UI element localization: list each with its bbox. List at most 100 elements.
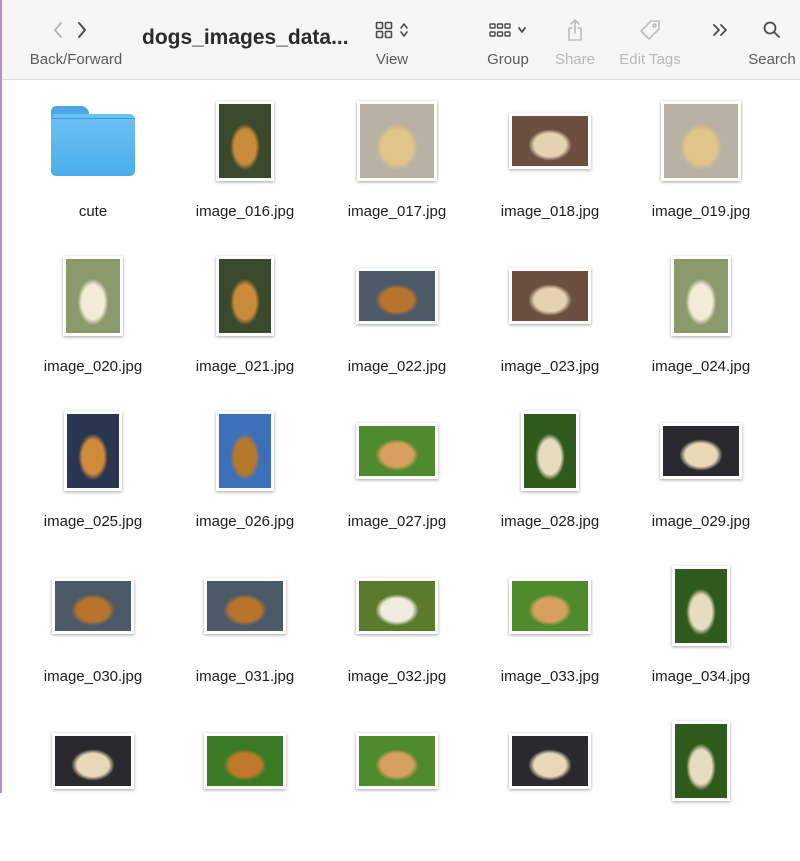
file-item[interactable]: image_021.jpg: [170, 246, 320, 396]
image-thumbnail: [64, 411, 122, 491]
item-thumbnail-area: [626, 556, 776, 656]
dog-photo: [663, 426, 739, 476]
file-name-label: image_032.jpg: [347, 668, 447, 685]
image-thumbnail: [509, 578, 591, 634]
file-item[interactable]: image_027.jpg: [322, 401, 472, 551]
dog-photo: [207, 581, 283, 631]
dog-photo: [66, 259, 120, 333]
item-thumbnail-area: [170, 711, 320, 811]
group-button[interactable]: Group: [478, 0, 538, 80]
item-thumbnail-area: [475, 711, 625, 811]
search-button[interactable]: Search: [744, 0, 800, 80]
dog-photo: [512, 581, 588, 631]
image-thumbnail: [216, 256, 274, 336]
image-thumbnail: [661, 101, 741, 181]
item-thumbnail-area: [322, 246, 472, 346]
file-item[interactable]: image_018.jpg: [475, 91, 625, 241]
file-name-label: image_022.jpg: [347, 358, 447, 375]
file-item[interactable]: image_016.jpg: [170, 91, 320, 241]
image-thumbnail: [357, 101, 437, 181]
file-item[interactable]: [626, 711, 776, 861]
item-thumbnail-area: [626, 91, 776, 191]
chevron-down-icon: [517, 25, 527, 35]
file-name-label: image_019.jpg: [651, 203, 751, 220]
share-label: Share: [554, 51, 596, 68]
finder-toolbar: Back/Forward dogs_images_data... View Gr…: [2, 0, 800, 80]
file-name-label: image_026.jpg: [195, 513, 295, 530]
image-thumbnail: [204, 733, 286, 789]
double-chevron-icon: [711, 22, 729, 38]
file-item[interactable]: image_026.jpg: [170, 401, 320, 551]
file-name-label: image_027.jpg: [347, 513, 447, 530]
file-item[interactable]: image_017.jpg: [322, 91, 472, 241]
file-name-label: image_025.jpg: [43, 513, 143, 530]
dog-photo: [674, 259, 728, 333]
image-thumbnail: [204, 578, 286, 634]
file-item[interactable]: image_034.jpg: [626, 556, 776, 706]
file-name-label: image_029.jpg: [651, 513, 751, 530]
image-thumbnail: [52, 578, 134, 634]
file-item[interactable]: image_019.jpg: [626, 91, 776, 241]
dog-photo: [524, 414, 576, 488]
forward-chevron-icon[interactable]: [75, 20, 89, 40]
file-item[interactable]: [322, 711, 472, 861]
view-label: View: [375, 51, 409, 68]
dog-photo: [359, 271, 435, 321]
file-name-label: image_031.jpg: [195, 668, 295, 685]
dog-photo: [219, 414, 271, 488]
item-thumbnail-area: [475, 246, 625, 346]
file-item[interactable]: image_031.jpg: [170, 556, 320, 706]
file-item[interactable]: image_023.jpg: [475, 246, 625, 396]
item-thumbnail-area: [322, 556, 472, 656]
file-name-label: image_033.jpg: [500, 668, 600, 685]
item-thumbnail-area: [475, 91, 625, 191]
item-thumbnail-area: [626, 711, 776, 811]
file-name-label: image_020.jpg: [43, 358, 143, 375]
item-thumbnail-area: [322, 91, 472, 191]
share-button[interactable]: Share: [550, 0, 600, 80]
image-thumbnail: [356, 268, 438, 324]
file-name-label: image_030.jpg: [43, 668, 143, 685]
more-toolbar-items-button[interactable]: [702, 0, 738, 80]
item-thumbnail-area: [170, 401, 320, 501]
view-button[interactable]: View: [364, 0, 420, 80]
file-item[interactable]: image_022.jpg: [322, 246, 472, 396]
dog-photo: [207, 736, 283, 786]
dog-photo: [512, 736, 588, 786]
file-item[interactable]: image_024.jpg: [626, 246, 776, 396]
file-item[interactable]: image_032.jpg: [322, 556, 472, 706]
dog-photo: [55, 736, 131, 786]
file-name-label: image_034.jpg: [651, 668, 751, 685]
dog-photo: [359, 426, 435, 476]
file-item[interactable]: [18, 711, 168, 861]
dog-photo: [675, 569, 727, 643]
edit-tags-button[interactable]: Edit Tags: [612, 0, 688, 80]
back-forward-control[interactable]: Back/Forward: [12, 0, 142, 80]
folder-item[interactable]: cute: [18, 91, 168, 241]
file-item[interactable]: image_028.jpg: [475, 401, 625, 551]
file-item[interactable]: [475, 711, 625, 861]
file-item[interactable]: image_029.jpg: [626, 401, 776, 551]
file-name-label: cute: [78, 203, 108, 220]
file-item[interactable]: image_033.jpg: [475, 556, 625, 706]
back-chevron-icon[interactable]: [51, 20, 65, 40]
item-thumbnail-area: [18, 556, 168, 656]
image-thumbnail: [52, 733, 134, 789]
search-icon: [762, 20, 782, 40]
dog-photo: [359, 581, 435, 631]
item-thumbnail-area: [322, 711, 472, 811]
file-item[interactable]: image_030.jpg: [18, 556, 168, 706]
dog-photo: [359, 736, 435, 786]
file-item[interactable]: [170, 711, 320, 861]
file-name-label: image_018.jpg: [500, 203, 600, 220]
image-thumbnail: [660, 423, 742, 479]
file-item[interactable]: image_025.jpg: [18, 401, 168, 551]
item-thumbnail-area: [322, 401, 472, 501]
image-thumbnail: [521, 411, 579, 491]
image-thumbnail: [509, 268, 591, 324]
dog-photo: [675, 724, 727, 798]
share-icon: [566, 18, 584, 42]
file-item[interactable]: image_020.jpg: [18, 246, 168, 396]
dog-photo: [219, 104, 271, 178]
image-thumbnail: [216, 411, 274, 491]
